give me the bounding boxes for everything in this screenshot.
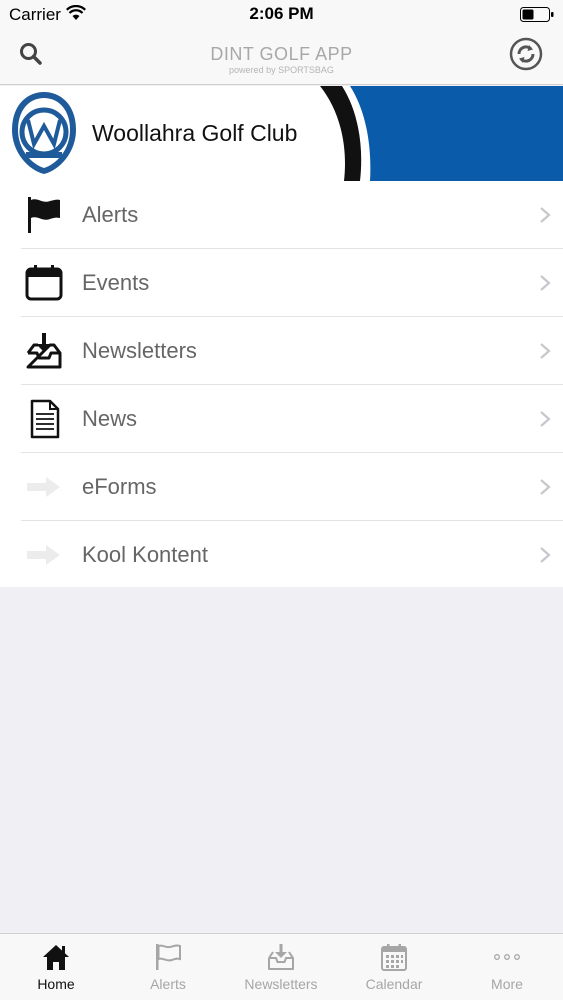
club-banner: Woollahra Golf Club (0, 86, 563, 181)
menu-item-alerts[interactable]: Alerts (21, 181, 563, 249)
menu-item-kool-kontent[interactable]: Kool Kontent (21, 521, 563, 589)
flag-icon (28, 197, 60, 233)
app-subtitle: powered by SPORTSBAG (229, 65, 334, 75)
tab-bar: Home Alerts Newsletters Calendar More (0, 933, 563, 1000)
tab-label: More (491, 976, 523, 992)
menu-item-label: eForms (82, 474, 157, 499)
menu-item-eforms[interactable]: eForms (21, 453, 563, 521)
refresh-icon[interactable] (509, 37, 543, 71)
calendar-icon (25, 265, 63, 301)
menu-item-label: News (82, 406, 138, 431)
club-name: Woollahra Golf Club (92, 120, 298, 146)
chevron-right-icon (540, 207, 551, 223)
tab-home[interactable]: Home (0, 934, 112, 1000)
chevron-right-icon (540, 343, 551, 359)
arrow-right-icon (27, 545, 60, 565)
calendar-icon (381, 944, 407, 971)
more-dots-icon (494, 954, 520, 960)
tab-calendar[interactable]: Calendar (338, 934, 450, 1000)
menu-item-label: Kool Kontent (82, 542, 208, 567)
chevron-right-icon (540, 275, 551, 291)
app-title: DINT GOLF APP (210, 44, 353, 64)
menu-item-label: Newsletters (82, 338, 197, 363)
inbox-download-icon (268, 944, 294, 970)
tab-label: Newsletters (244, 976, 318, 992)
tab-alerts[interactable]: Alerts (112, 934, 224, 1000)
tab-more[interactable]: More (451, 934, 563, 1000)
banner-swoosh (320, 86, 563, 181)
tab-label: Calendar (365, 976, 423, 992)
battery-icon (520, 7, 554, 22)
status-bar: Carrier 2:06 PM (0, 0, 563, 30)
menu-item-events[interactable]: Events (21, 249, 563, 317)
document-icon (30, 399, 60, 439)
arrow-right-icon (27, 477, 60, 497)
nav-bar: DINT GOLF APP powered by SPORTSBAG (0, 30, 563, 85)
status-time: 2:06 PM (249, 4, 314, 23)
home-icon (43, 945, 69, 970)
menu-item-label: Events (82, 270, 150, 295)
menu-item-label: Alerts (82, 202, 139, 227)
inbox-download-icon (26, 333, 62, 369)
menu-item-newsletters[interactable]: Newsletters (21, 317, 563, 385)
chevron-right-icon (540, 547, 551, 563)
tab-label: Home (37, 976, 75, 992)
menu-item-news[interactable]: News (21, 385, 563, 453)
tab-newsletters[interactable]: Newsletters (225, 934, 337, 1000)
menu-list: Alerts Events Newsletters News eForms Ko… (0, 181, 563, 587)
club-crest-logo (12, 92, 76, 174)
flag-icon (156, 944, 181, 970)
chevron-right-icon (540, 411, 551, 427)
tab-label: Alerts (150, 976, 186, 992)
chevron-right-icon (540, 479, 551, 495)
